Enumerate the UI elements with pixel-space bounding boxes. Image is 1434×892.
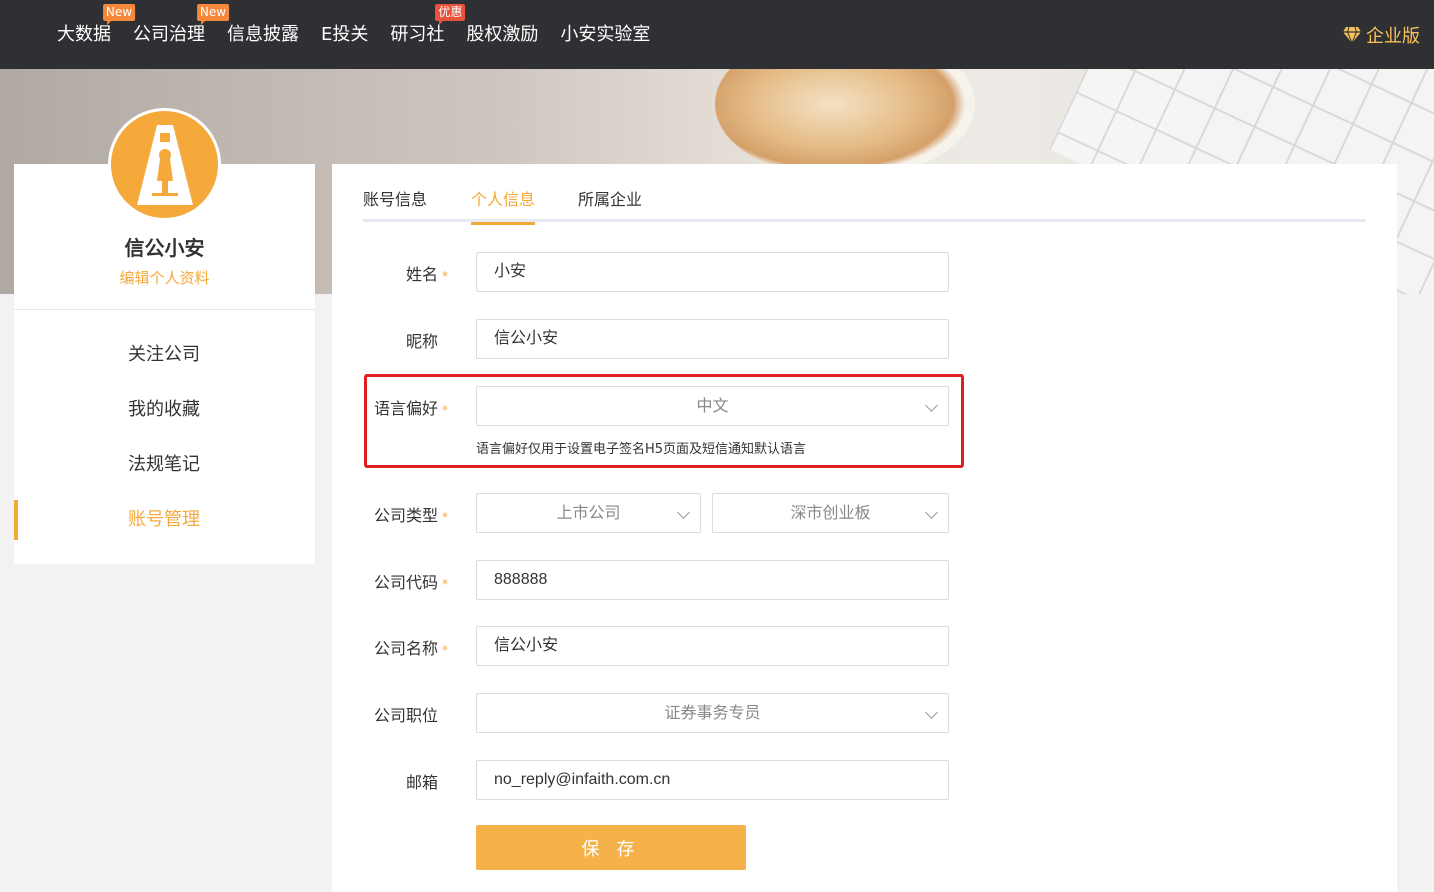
- diamond-icon: [1343, 26, 1361, 44]
- required-mark: *: [442, 269, 448, 283]
- enterprise-label[interactable]: 企业版: [1366, 22, 1420, 48]
- company-code-label: 公司代码 *: [373, 573, 448, 592]
- new-badge: New: [196, 4, 230, 25]
- edit-profile-link[interactable]: 编辑个人资料: [14, 267, 315, 288]
- company-type-label: 公司类型 *: [373, 506, 448, 525]
- nav-item-academy[interactable]: 研习社 优惠: [390, 0, 466, 69]
- nickname-label: 昵称*: [405, 332, 438, 351]
- sidebar-item-followed-companies[interactable]: 关注公司: [14, 327, 315, 382]
- enterprise-edition-link[interactable]: 企业版: [1342, 0, 1420, 69]
- coffee-cup-decoration: [715, 69, 975, 179]
- sidebar-item-account-management[interactable]: 账号管理: [14, 492, 315, 547]
- tab-personal-info[interactable]: 个人信息: [471, 186, 536, 225]
- board-select[interactable]: 深市创业板: [712, 493, 949, 533]
- nav-item-equity-incentive[interactable]: 股权激励: [466, 0, 538, 69]
- required-mark: *: [442, 510, 448, 524]
- tab-account-info[interactable]: 账号信息: [363, 186, 427, 222]
- highlight-box: [364, 374, 964, 468]
- company-type-select[interactable]: 上市公司: [476, 493, 701, 533]
- nav-item-big-data[interactable]: 大数据 New: [57, 0, 136, 69]
- discount-badge: 优惠: [435, 4, 466, 25]
- top-nav-bar: 大数据 New 公司治理 New 信息披露 E投关 研习社 优惠 股权激励 小安…: [0, 0, 1434, 69]
- company-name-label: 公司名称 *: [373, 639, 448, 658]
- name-label: 姓名 *: [405, 265, 448, 284]
- name-field[interactable]: 小安: [476, 252, 949, 292]
- divider: [14, 309, 315, 310]
- main-nav: 大数据 New 公司治理 New 信息披露 E投关 研习社 优惠 股权激励 小安…: [57, 0, 672, 69]
- tab-company[interactable]: 所属企业: [578, 186, 642, 222]
- nav-item-governance[interactable]: 公司治理 New: [133, 0, 230, 69]
- tab-bar: 账号信息 个人信息 所属企业: [363, 186, 1366, 225]
- position-select[interactable]: 证券事务专员: [476, 693, 949, 733]
- sidebar-item-favorites[interactable]: 我的收藏: [14, 382, 315, 437]
- avatar: [108, 108, 221, 221]
- chevron-down-icon: [925, 506, 938, 519]
- sidebar-item-regulation-notes[interactable]: 法规笔记: [14, 437, 315, 492]
- nav-item-lab[interactable]: 小安实验室: [560, 0, 650, 69]
- email-label: 邮箱*: [405, 773, 438, 792]
- save-button[interactable]: 保 存: [476, 825, 746, 870]
- required-mark: *: [442, 577, 448, 591]
- logo-avatar-icon: [136, 124, 193, 205]
- nickname-field[interactable]: 信公小安: [476, 319, 949, 359]
- email-field[interactable]: no_reply@infaith.com.cn: [476, 760, 949, 800]
- nav-item-ir[interactable]: E投关: [321, 0, 368, 69]
- required-mark: *: [442, 643, 448, 657]
- sidebar-menu: 关注公司 我的收藏 法规笔记 账号管理: [14, 327, 315, 547]
- chevron-down-icon: [677, 506, 690, 519]
- new-badge: New: [102, 4, 136, 25]
- position-label: 公司职位*: [373, 706, 438, 725]
- company-code-field[interactable]: 888888: [476, 560, 949, 600]
- company-name-field[interactable]: 信公小安: [476, 626, 949, 666]
- nav-item-disclosure[interactable]: 信息披露: [227, 0, 299, 69]
- profile-name: 信公小安: [124, 236, 205, 260]
- chevron-down-icon: [925, 706, 938, 719]
